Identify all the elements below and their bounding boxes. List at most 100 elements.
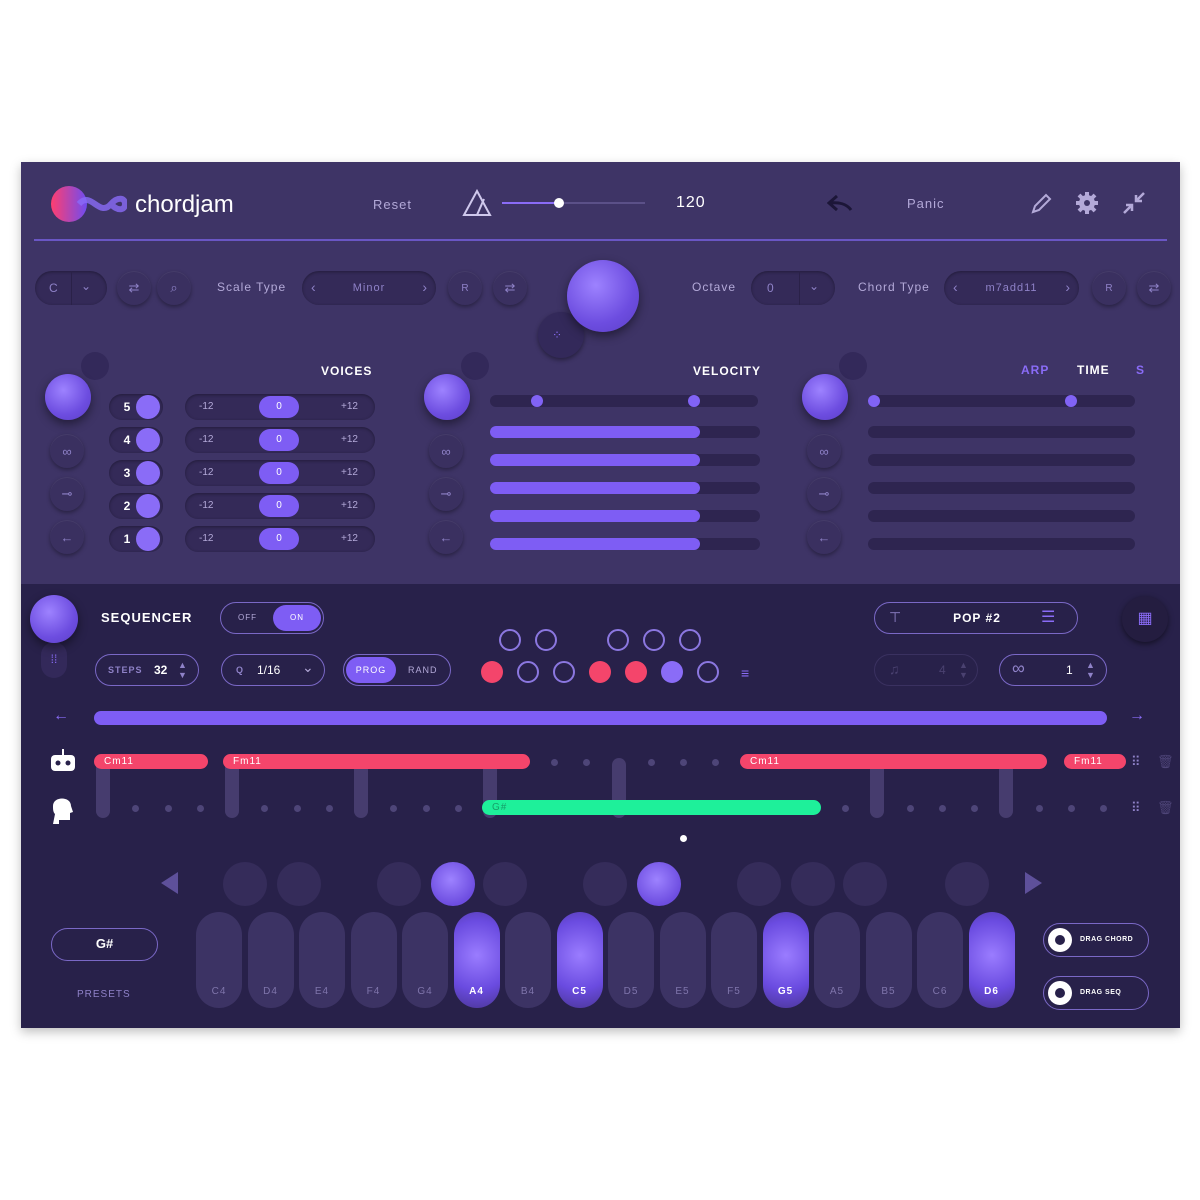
- voice-toggle[interactable]: 3: [109, 460, 163, 486]
- white-key-g4[interactable]: G4: [402, 912, 448, 1008]
- step-circle-active[interactable]: [661, 661, 683, 683]
- voice-toggle[interactable]: 5: [109, 394, 163, 420]
- black-key[interactable]: [637, 862, 681, 906]
- melody-note-block[interactable]: G#: [482, 800, 821, 815]
- keyboard-prev-icon[interactable]: [161, 872, 178, 894]
- white-key-f5[interactable]: F5: [711, 912, 757, 1008]
- black-key[interactable]: [791, 862, 835, 906]
- step-dot[interactable]: [648, 759, 655, 766]
- arp-back-button[interactable]: ←: [807, 520, 841, 554]
- step-circle[interactable]: [535, 629, 557, 651]
- white-key-c6[interactable]: C6: [917, 912, 963, 1008]
- arrow-right-icon[interactable]: →: [1129, 707, 1145, 725]
- voice-enable-button[interactable]: [136, 428, 160, 452]
- step-circle[interactable]: [517, 661, 539, 683]
- voice-offset-slider[interactable]: -12 0 +12: [185, 460, 375, 486]
- pencil-icon[interactable]: [1029, 192, 1053, 221]
- velocity-back-button[interactable]: ←: [429, 520, 463, 554]
- keyboard-next-icon[interactable]: [1025, 872, 1042, 894]
- white-key-b4[interactable]: B4: [505, 912, 551, 1008]
- sequencer-toggle[interactable]: OFF ON: [220, 602, 324, 634]
- preset-selector[interactable]: ⊤ POP #2 ☰: [874, 602, 1078, 634]
- chord-random-button[interactable]: R: [1092, 271, 1126, 305]
- voice-toggle[interactable]: 4: [109, 427, 163, 453]
- step-dot[interactable]: [454, 805, 462, 812]
- step-dot[interactable]: [325, 805, 333, 812]
- arp-step-bar[interactable]: [868, 510, 1135, 522]
- step-dot[interactable]: [906, 805, 914, 812]
- tempo-slider-handle[interactable]: [554, 198, 564, 208]
- voices-link-button[interactable]: ∞: [50, 434, 84, 468]
- notes-count-control[interactable]: ♫ 4 ▲ ▼: [874, 654, 978, 686]
- velocity-range-slider[interactable]: [490, 395, 758, 407]
- voice-toggle[interactable]: 2: [109, 493, 163, 519]
- panic-button[interactable]: Panic: [907, 196, 945, 211]
- collapse-icon[interactable]: [1122, 191, 1146, 220]
- sequence-scroll-bar[interactable]: [94, 711, 1107, 725]
- voice-offset-slider[interactable]: -12 0 +12: [185, 493, 375, 519]
- black-key[interactable]: [431, 862, 475, 906]
- black-key[interactable]: [223, 862, 267, 906]
- black-key[interactable]: [583, 862, 627, 906]
- dots-icon[interactable]: ⁘: [552, 328, 562, 342]
- page-indicator-dot[interactable]: [680, 835, 687, 842]
- chord-type-select[interactable]: ‹ m7add11 ›: [944, 271, 1079, 305]
- arp-key-button[interactable]: ⊸: [807, 477, 841, 511]
- step-circle[interactable]: [643, 629, 665, 651]
- velocity-bar[interactable]: [490, 482, 760, 494]
- voice-enable-button[interactable]: [136, 461, 160, 485]
- voice-offset-value[interactable]: 0: [259, 495, 299, 517]
- step-dot[interactable]: [293, 805, 301, 812]
- gear-icon[interactable]: [1075, 191, 1099, 220]
- step-circle[interactable]: [553, 661, 575, 683]
- white-key-c5[interactable]: C5: [556, 912, 603, 1008]
- step-dot[interactable]: [938, 805, 946, 812]
- white-key-d5[interactable]: D5: [608, 912, 654, 1008]
- step-dot[interactable]: [1100, 805, 1108, 812]
- scale-type-select[interactable]: ‹ Minor ›: [302, 271, 436, 305]
- chevron-right-icon[interactable]: ›: [422, 279, 427, 295]
- reset-button[interactable]: Reset: [373, 197, 412, 212]
- velocity-link-button[interactable]: ∞: [429, 434, 463, 468]
- white-key-e5[interactable]: E5: [659, 912, 706, 1008]
- black-key[interactable]: [277, 862, 321, 906]
- white-key-a5[interactable]: A5: [814, 912, 860, 1008]
- root-note-select[interactable]: C ⌄: [35, 271, 107, 305]
- chord-block[interactable]: Fm11: [223, 754, 530, 769]
- sequencer-knob[interactable]: [30, 595, 78, 643]
- step-dot[interactable]: [841, 805, 849, 812]
- black-key[interactable]: [377, 862, 421, 906]
- tab-time[interactable]: TIME: [1077, 363, 1110, 377]
- arp-step-bar[interactable]: [868, 538, 1135, 550]
- tab-s[interactable]: S: [1136, 363, 1144, 377]
- rand-button[interactable]: RAND: [408, 665, 438, 675]
- velocity-bar[interactable]: [490, 454, 760, 466]
- white-key-b5[interactable]: B5: [865, 912, 912, 1008]
- white-key-e4[interactable]: E4: [299, 912, 345, 1008]
- trash-icon[interactable]: 🗑: [1157, 754, 1174, 770]
- step-circle-active[interactable]: [481, 661, 503, 683]
- range-handle-high[interactable]: [688, 395, 700, 407]
- drag-seq-button[interactable]: DRAG SEQ: [1043, 976, 1149, 1010]
- chevron-right-icon[interactable]: ›: [1065, 279, 1070, 295]
- voice-enable-button[interactable]: [136, 395, 160, 419]
- step-circle[interactable]: [607, 629, 629, 651]
- search-button[interactable]: ⌕: [157, 271, 191, 305]
- voice-offset-slider[interactable]: -12 0 +12: [185, 427, 375, 453]
- undo-icon[interactable]: [826, 192, 853, 219]
- scale-swap-button[interactable]: ⇄: [493, 271, 527, 305]
- white-key-d6[interactable]: D6: [968, 912, 1015, 1008]
- step-circle-active[interactable]: [589, 661, 611, 683]
- voice-offset-slider[interactable]: -12 0 +12: [185, 526, 375, 552]
- stepper-icon[interactable]: ▲ ▼: [1086, 660, 1095, 680]
- quantize-select[interactable]: Q 1/16 ⌄: [221, 654, 325, 686]
- menu-icon[interactable]: ≡: [741, 665, 749, 681]
- step-dot[interactable]: [712, 759, 719, 766]
- white-key-c4[interactable]: C4: [196, 912, 242, 1008]
- step-dot[interactable]: [422, 805, 430, 812]
- grid-button[interactable]: ▦: [1122, 596, 1168, 642]
- voices-key-button[interactable]: ⊸: [50, 477, 84, 511]
- chord-block[interactable]: Fm11: [1064, 754, 1126, 769]
- scale-random-button[interactable]: R: [448, 271, 482, 305]
- black-key[interactable]: [483, 862, 527, 906]
